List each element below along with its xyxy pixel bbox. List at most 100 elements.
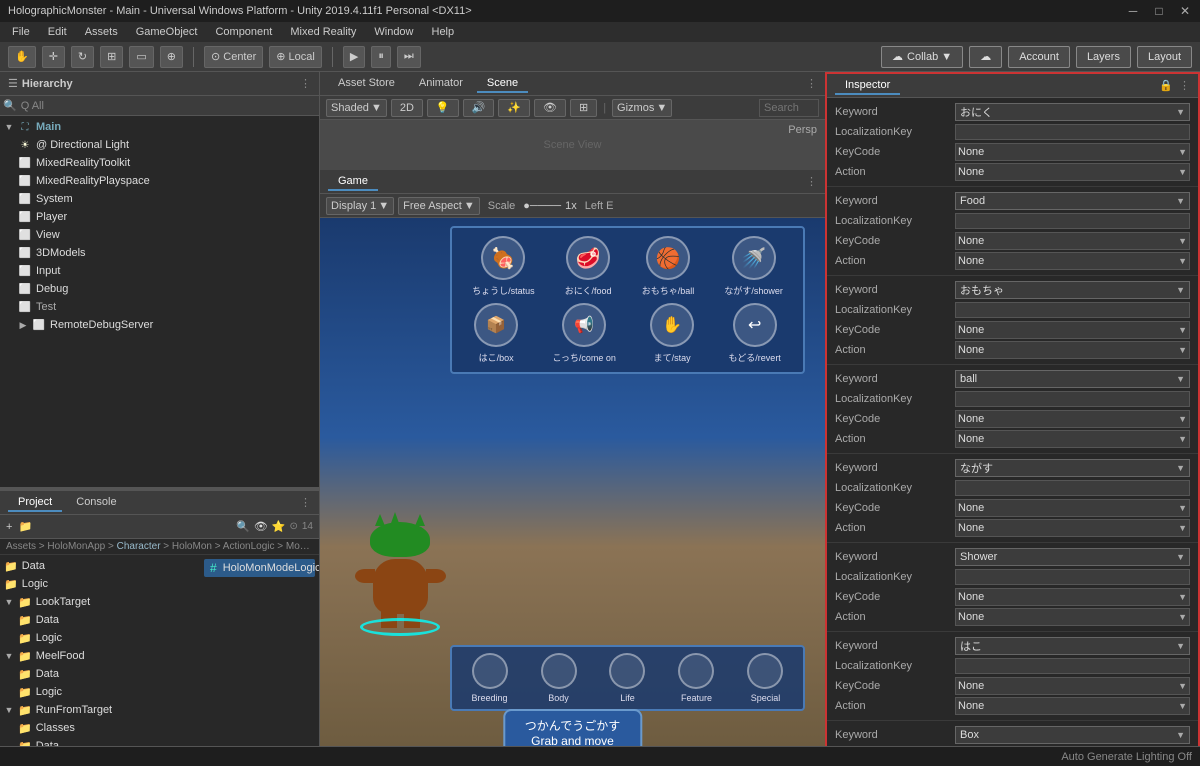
- 2d-button[interactable]: 2D: [391, 99, 423, 117]
- localization-input-1[interactable]: [955, 124, 1190, 140]
- cloud-button[interactable]: ☁: [969, 46, 1002, 68]
- keyword-value-8[interactable]: Box ▼: [955, 726, 1190, 744]
- menu-window[interactable]: Window: [366, 24, 421, 40]
- cat-btn-body[interactable]: Body: [541, 653, 577, 703]
- transform-tool-button[interactable]: ⊕: [160, 46, 183, 68]
- menu-edit[interactable]: Edit: [40, 24, 75, 40]
- hierarchy-item-main[interactable]: ▼ ⛶ Main: [0, 118, 319, 136]
- grid-toggle-button[interactable]: ⊞: [570, 99, 597, 117]
- shading-dropdown[interactable]: Shaded ▼: [326, 99, 387, 117]
- gizmos-dropdown[interactable]: Gizmos ▼: [612, 99, 672, 117]
- keyword-value-2[interactable]: Food ▼: [955, 192, 1190, 210]
- add-button[interactable]: +: [6, 521, 12, 533]
- keycode-dropdown-1[interactable]: None ▼: [955, 143, 1190, 161]
- minimize-button[interactable]: ─: [1126, 4, 1140, 18]
- tab-asset-store[interactable]: Asset Store: [328, 75, 405, 93]
- account-button[interactable]: Account: [1008, 46, 1070, 68]
- file-item-data[interactable]: 📁 Data: [0, 557, 200, 575]
- maximize-button[interactable]: □: [1152, 4, 1166, 18]
- keycode-dropdown-6[interactable]: None ▼: [955, 588, 1190, 606]
- hierarchy-item-mr-playspace[interactable]: ⬜ MixedRealityPlayspace: [0, 172, 319, 190]
- tab-project[interactable]: Project: [8, 494, 62, 512]
- game-btn-come[interactable]: 📢 こっち/come on: [552, 303, 615, 364]
- keyword-value-5[interactable]: ながす ▼: [955, 459, 1190, 477]
- hierarchy-item-remote-debug[interactable]: ▶ ⬜ RemoteDebugServer: [0, 316, 319, 334]
- hierarchy-item-input[interactable]: ⬜ Input: [0, 262, 319, 280]
- localization-input-5[interactable]: [955, 480, 1190, 496]
- star-icon[interactable]: ⭐: [272, 520, 286, 533]
- cat-btn-breeding[interactable]: Breeding: [471, 653, 507, 703]
- action-dropdown-5[interactable]: None ▼: [955, 519, 1190, 537]
- hierarchy-item-test[interactable]: ⬜ Test: [0, 298, 319, 316]
- keyword-value-1[interactable]: おにく ▼: [955, 103, 1190, 121]
- center-button[interactable]: ⊙ Center: [204, 46, 263, 68]
- cat-btn-life[interactable]: Life: [609, 653, 645, 703]
- pause-button[interactable]: ⏸: [371, 46, 391, 68]
- file-item-meelfood-data[interactable]: 📁 Data: [0, 665, 200, 683]
- rotate-tool-button[interactable]: ↻: [71, 46, 94, 68]
- localization-input-6[interactable]: [955, 569, 1190, 585]
- file-item-meelfood[interactable]: ▼ 📁 MeelFood: [0, 647, 200, 665]
- keyword-value-3[interactable]: おもちゃ ▼: [955, 281, 1190, 299]
- hierarchy-item-player[interactable]: ⬜ Player: [0, 208, 319, 226]
- game-btn-ball[interactable]: 🏀 おもちゃ/ball: [642, 236, 695, 297]
- action-dropdown-2[interactable]: None ▼: [955, 252, 1190, 270]
- keycode-dropdown-7[interactable]: None ▼: [955, 677, 1190, 695]
- hand-tool-button[interactable]: ✋: [8, 46, 36, 68]
- move-tool-button[interactable]: ✛: [42, 46, 65, 68]
- localization-input-4[interactable]: [955, 391, 1190, 407]
- selected-file-item[interactable]: # HoloMonModeLogicRunFromTarget: [204, 559, 315, 577]
- tab-inspector[interactable]: Inspector: [835, 77, 900, 95]
- menu-component[interactable]: Component: [207, 24, 280, 40]
- cat-btn-feature[interactable]: Feature: [678, 653, 714, 703]
- game-btn-shower[interactable]: 🚿 ながす/shower: [724, 236, 783, 297]
- file-item-looktarget[interactable]: ▼ 📁 LookTarget: [0, 593, 200, 611]
- eye-icon[interactable]: 👁: [254, 520, 268, 533]
- tab-game[interactable]: Game: [328, 173, 378, 191]
- game-btn-revert[interactable]: ↩ もどる/revert: [728, 303, 780, 364]
- localization-input-2[interactable]: [955, 213, 1190, 229]
- keyword-value-6[interactable]: Shower ▼: [955, 548, 1190, 566]
- scale-tool-button[interactable]: ⊞: [100, 46, 123, 68]
- rect-tool-button[interactable]: ▭: [129, 46, 153, 68]
- step-button[interactable]: ⏭: [397, 46, 421, 68]
- keyword-value-7[interactable]: はこ ▼: [955, 637, 1190, 655]
- action-dropdown-1[interactable]: None ▼: [955, 163, 1190, 181]
- game-btn-food[interactable]: 🥩 おにく/food: [565, 236, 612, 297]
- action-dropdown-7[interactable]: None ▼: [955, 697, 1190, 715]
- project-options[interactable]: ⋮: [300, 496, 311, 509]
- tab-console[interactable]: Console: [66, 494, 126, 512]
- file-item-looktarget-logic[interactable]: 📁 Logic: [0, 629, 200, 647]
- menu-gameobject[interactable]: GameObject: [128, 24, 206, 40]
- fx-toggle-button[interactable]: ✨: [498, 99, 530, 117]
- close-button[interactable]: ✕: [1178, 4, 1192, 18]
- action-dropdown-4[interactable]: None ▼: [955, 430, 1190, 448]
- game-btn-status[interactable]: 🍖 ちょうし/status: [472, 236, 535, 297]
- keyword-value-4[interactable]: ball ▼: [955, 370, 1190, 388]
- hierarchy-item-view[interactable]: ⬜ View: [0, 226, 319, 244]
- action-dropdown-6[interactable]: None ▼: [955, 608, 1190, 626]
- game-btn-box[interactable]: 📦 はこ/box: [474, 303, 518, 364]
- hierarchy-item-system[interactable]: ⬜ System: [0, 190, 319, 208]
- keycode-dropdown-3[interactable]: None ▼: [955, 321, 1190, 339]
- tab-animator[interactable]: Animator: [409, 75, 473, 93]
- action-dropdown-3[interactable]: None ▼: [955, 341, 1190, 359]
- hierarchy-item-mr-toolkit[interactable]: ⬜ MixedRealityToolkit: [0, 154, 319, 172]
- audio-toggle-button[interactable]: 🔊: [463, 99, 495, 117]
- hierarchy-item-3dmodels[interactable]: ⬜ 3DModels: [0, 244, 319, 262]
- hidden-toggle-button[interactable]: 👁: [534, 99, 566, 117]
- scene-panel-options[interactable]: ⋮: [806, 77, 817, 90]
- inspector-options[interactable]: ⋮: [1179, 79, 1190, 92]
- localization-input-3[interactable]: [955, 302, 1190, 318]
- file-item-logic[interactable]: 📁 Logic: [0, 575, 200, 593]
- menu-mixed-reality[interactable]: Mixed Reality: [282, 24, 364, 40]
- hierarchy-item-debug[interactable]: ⬜ Debug: [0, 280, 319, 298]
- keycode-dropdown-4[interactable]: None ▼: [955, 410, 1190, 428]
- keycode-dropdown-2[interactable]: None ▼: [955, 232, 1190, 250]
- localization-input-7[interactable]: [955, 658, 1190, 674]
- keycode-dropdown-5[interactable]: None ▼: [955, 499, 1190, 517]
- menu-assets[interactable]: Assets: [77, 24, 126, 40]
- folder-button[interactable]: 📁: [18, 520, 32, 533]
- file-item-rft-classes[interactable]: 📁 Classes: [0, 719, 200, 737]
- hierarchy-options[interactable]: ⋮: [300, 77, 311, 90]
